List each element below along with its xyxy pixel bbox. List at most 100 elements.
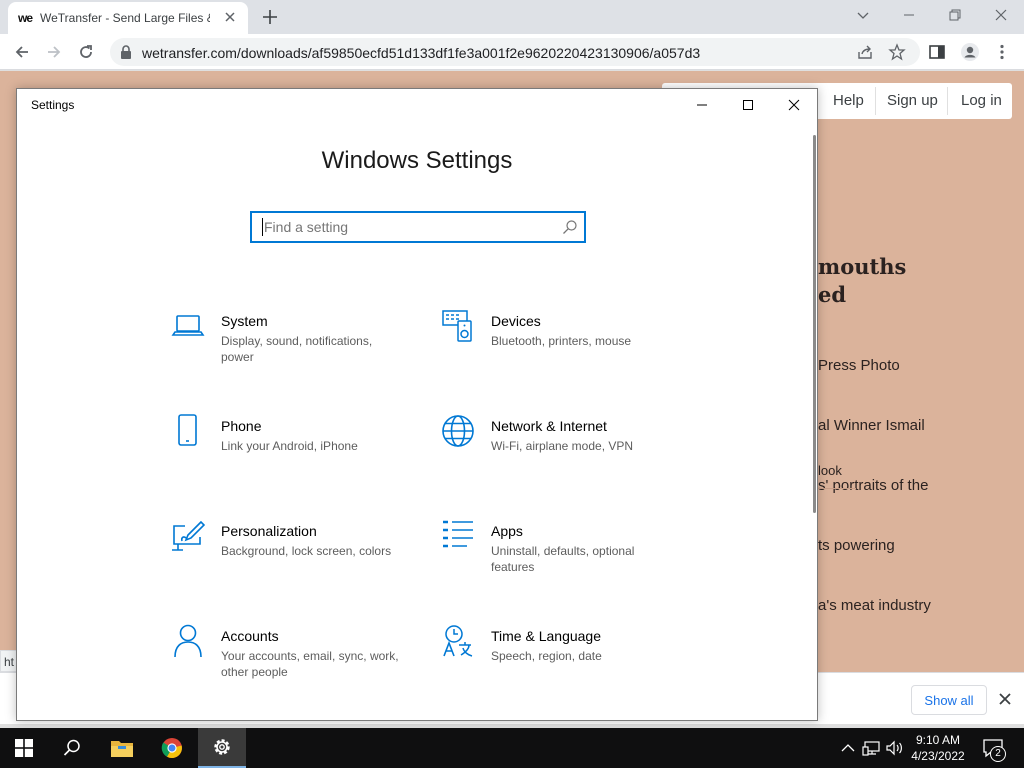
settings-tile-personalization[interactable]: Personalization Background, lock screen,… [171, 519, 411, 599]
browser-tab-strip: we WeTransfer - Send Large Files & [0, 0, 1024, 34]
close-icon[interactable] [771, 89, 817, 121]
body-line: a's meat industry [818, 597, 931, 614]
sign-up-link[interactable]: Sign up [887, 92, 938, 109]
tab-search-icon[interactable] [840, 0, 886, 30]
tile-name: Phone [221, 418, 262, 434]
close-browser-icon[interactable] [978, 0, 1024, 30]
article-headline: mouths ed [818, 253, 906, 309]
gear-icon [214, 739, 230, 755]
tile-name: System [221, 313, 268, 329]
body-line: al Winner Ismail [818, 417, 925, 434]
settings-window: Settings Windows Settings Find a setting… [16, 88, 818, 721]
paint-icon [172, 520, 205, 551]
settings-taskbar-button[interactable] [198, 728, 246, 768]
body-line: Press Photo [818, 357, 900, 374]
search-icon [63, 739, 80, 756]
tab-title: WeTransfer - Send Large Files & [40, 11, 210, 25]
close-download-bar-icon[interactable] [998, 692, 1012, 706]
text-caret [262, 218, 263, 236]
nav-divider [947, 87, 948, 115]
maximize-icon[interactable] [725, 89, 771, 121]
tile-description: Link your Android, iPhone [221, 439, 358, 453]
chrome-menu-icon[interactable] [993, 43, 1011, 61]
link-underline [818, 488, 856, 489]
settings-tile-accounts[interactable]: Accounts Your accounts, email, sync, wor… [171, 624, 411, 704]
back-arrow-icon[interactable] [11, 41, 33, 63]
tile-description: Wi-Fi, airplane mode, VPN [491, 439, 634, 453]
nav-divider [875, 87, 876, 115]
reload-icon[interactable] [75, 41, 97, 63]
forward-arrow-icon[interactable] [43, 41, 65, 63]
tile-name: Personalization [221, 523, 317, 539]
tile-description: Display, sound, notifications, power [221, 334, 373, 364]
apps-list-icon [443, 520, 473, 548]
window-title: Settings [31, 98, 75, 112]
search-placeholder: Find a setting [264, 219, 349, 235]
clock-time: 9:10 AM [915, 733, 961, 747]
tile-description: Background, lock screen, colors [221, 544, 392, 558]
settings-tile-network[interactable]: Network & Internet Wi-Fi, airplane mode,… [441, 414, 681, 494]
profile-avatar-icon[interactable] [960, 42, 980, 62]
restore-browser-icon[interactable] [932, 0, 978, 30]
tile-name: Accounts [221, 628, 279, 644]
headline-line: ed [818, 282, 847, 307]
share-icon[interactable] [856, 43, 874, 61]
globe-icon [442, 415, 474, 447]
chrome-taskbar-button[interactable] [148, 728, 196, 768]
body-line: s' portraits of the [818, 477, 929, 494]
log-in-link[interactable]: Log in [961, 92, 1002, 109]
url-text: wetransfer.com/downloads/af59850ecfd51d1… [142, 45, 701, 61]
file-explorer-button[interactable] [98, 728, 146, 768]
tile-description: Uninstall, defaults, optional features [491, 544, 635, 574]
close-tab-icon[interactable] [222, 9, 238, 25]
laptop-icon [171, 315, 205, 336]
settings-tile-time-language[interactable]: Time & Language Speech, region, date [441, 624, 681, 704]
browser-tab[interactable]: we WeTransfer - Send Large Files & [8, 2, 248, 34]
taskbar: 9:10 AM 4/23/2022 2 [0, 728, 1024, 768]
notification-count-badge: 2 [990, 746, 1006, 762]
start-button[interactable] [0, 728, 48, 768]
settings-tile-phone[interactable]: Phone Link your Android, iPhone [171, 414, 411, 494]
tile-description: Your accounts, email, sync, work, other … [221, 649, 399, 679]
headline-line: mouths [818, 254, 907, 279]
chevron-up-icon[interactable] [838, 738, 858, 758]
network-icon[interactable] [862, 738, 882, 758]
settings-tile-devices[interactable]: Devices Bluetooth, printers, mouse [441, 309, 681, 389]
browser-toolbar: wetransfer.com/downloads/af59850ecfd51d1… [0, 34, 1024, 70]
chrome-icon [161, 738, 182, 758]
page-title: Windows Settings [321, 147, 513, 174]
folder-icon [111, 741, 133, 757]
help-link[interactable]: Help [833, 92, 864, 109]
minimize-browser-icon[interactable] [886, 0, 932, 30]
new-tab-icon[interactable] [260, 7, 280, 27]
phone-icon [178, 414, 197, 446]
address-bar[interactable]: wetransfer.com/downloads/af59850ecfd51d1… [110, 38, 920, 66]
time-language-icon [443, 625, 473, 657]
person-icon [174, 624, 202, 658]
tile-name: Devices [491, 313, 541, 329]
settings-tile-apps[interactable]: Apps Uninstall, defaults, optional featu… [441, 519, 681, 599]
lock-icon[interactable] [120, 45, 132, 59]
tile-description: Bluetooth, printers, mouse [491, 334, 632, 348]
search-input[interactable]: Find a setting [250, 211, 586, 243]
settings-tile-system[interactable]: System Display, sound, notifications, po… [171, 309, 411, 389]
tile-name: Time & Language [491, 628, 601, 644]
show-all-button[interactable]: Show all [911, 685, 987, 715]
take-a-look-link[interactable]: look [818, 463, 842, 478]
minimize-icon[interactable] [679, 89, 725, 121]
side-panel-icon[interactable] [928, 43, 946, 61]
bookmark-star-icon[interactable] [888, 43, 906, 61]
tile-name: Apps [491, 523, 523, 539]
body-line: ts powering [818, 537, 895, 554]
devices-icon [442, 310, 472, 342]
windows-logo-icon [15, 739, 33, 757]
tile-name: Network & Internet [491, 418, 607, 434]
wetransfer-favicon: we [18, 11, 33, 25]
search-button[interactable] [48, 728, 96, 768]
article-body: Press Photo al Winner Ismail s' portrait… [818, 316, 931, 656]
clock-date: 4/23/2022 [911, 749, 965, 763]
scrollbar[interactable] [813, 135, 816, 513]
system-clock[interactable]: 9:10 AM 4/23/2022 [900, 732, 976, 764]
search-icon [563, 220, 577, 234]
tile-description: Speech, region, date [491, 649, 602, 663]
